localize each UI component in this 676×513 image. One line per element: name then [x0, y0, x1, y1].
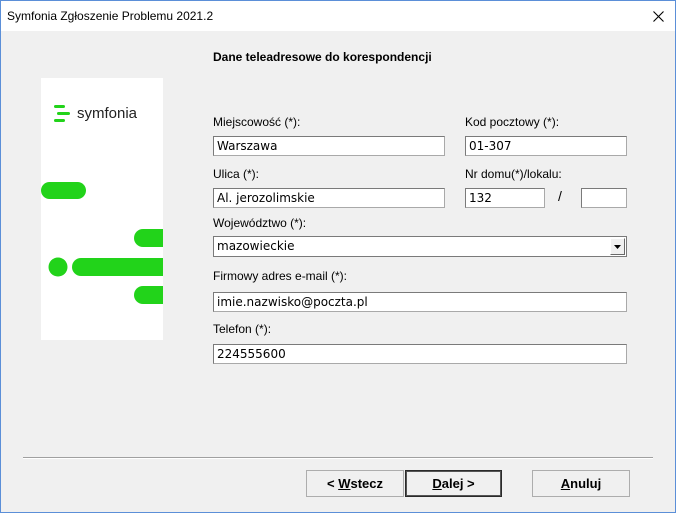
street-input[interactable] [213, 188, 445, 208]
voivodeship-label: Województwo (*): [213, 216, 307, 230]
house-number-label: Nr domu(*)/lokalu: [465, 167, 562, 181]
cancel-button[interactable]: Anuluj [532, 470, 630, 497]
next-button[interactable]: Dalej > [405, 470, 502, 497]
back-button[interactable]: < Wstecz [306, 470, 404, 497]
section-heading: Dane teleadresowe do korespondencji [213, 50, 432, 64]
voivodeship-select[interactable]: mazowieckie [213, 236, 627, 257]
apartment-number-input[interactable] [581, 188, 627, 208]
logo-panel: symfonia [41, 78, 163, 340]
phone-input[interactable] [213, 344, 627, 364]
cancel-mnemonic: A [560, 476, 571, 491]
postal-code-input[interactable] [465, 136, 627, 156]
title-bar: Symfonia Zgłoszenie Problemu 2021.2 [1, 1, 675, 31]
divider [23, 457, 653, 459]
street-label: Ulica (*): [213, 167, 260, 181]
cancel-rest: nuluj [570, 476, 602, 491]
close-button[interactable] [641, 1, 675, 31]
email-input[interactable] [213, 292, 627, 312]
email-label: Firmowy adres e-mail (*): [213, 269, 348, 283]
window-title: Symfonia Zgłoszenie Problemu 2021.2 [7, 9, 214, 23]
close-icon [652, 10, 664, 22]
next-rest: alej > [441, 476, 475, 491]
house-separator: / [558, 188, 562, 204]
postal-code-label: Kod pocztowy (*): [465, 115, 560, 129]
dialog-window: Symfonia Zgłoszenie Problemu 2021.2 Dane… [0, 0, 676, 513]
city-input[interactable] [213, 136, 445, 156]
decorative-stripes-icon [41, 182, 163, 304]
back-prefix: < [326, 476, 339, 491]
back-rest: stecz [350, 476, 384, 491]
phone-label: Telefon (*): [213, 322, 272, 336]
dropdown-button[interactable] [610, 238, 625, 255]
house-number-input[interactable] [465, 188, 545, 208]
voivodeship-value: mazowieckie [217, 239, 295, 253]
city-label: Miejscowość (*): [213, 115, 301, 129]
next-mnemonic: D [432, 476, 442, 491]
back-mnemonic: W [338, 476, 351, 491]
chevron-down-icon [614, 244, 621, 249]
